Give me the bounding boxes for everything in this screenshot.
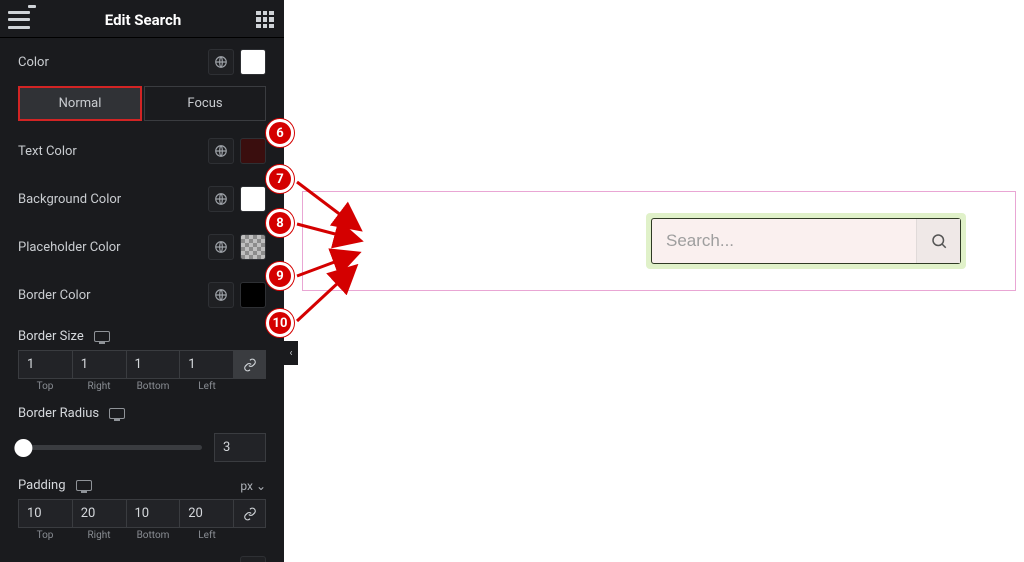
padding-inputs: 10 20 10 20 bbox=[0, 499, 284, 528]
annotation-badge-6: 6 bbox=[266, 119, 294, 147]
panel-title: Edit Search bbox=[105, 11, 181, 29]
border-radius-title: Border Radius bbox=[0, 396, 284, 427]
annotation-badge-9: 9 bbox=[266, 262, 294, 290]
sidebar-header: Edit Search bbox=[0, 0, 284, 38]
border-color-swatch[interactable] bbox=[240, 282, 266, 308]
row-color: Color bbox=[0, 38, 284, 86]
row-text-color: Text Color bbox=[0, 127, 284, 175]
apps-grid-icon[interactable] bbox=[256, 11, 274, 29]
text-color-swatch[interactable] bbox=[240, 138, 266, 164]
chevron-left-icon: ‹ bbox=[289, 348, 292, 359]
border-left-input[interactable]: 1 bbox=[180, 350, 234, 379]
row-background-color: Background Color bbox=[0, 175, 284, 223]
link-values-icon[interactable] bbox=[234, 499, 266, 528]
padding-sublabels: Top Right Bottom Left bbox=[0, 528, 284, 545]
border-top-input[interactable]: 1 bbox=[18, 350, 73, 379]
label-padding: Padding bbox=[18, 478, 66, 493]
link-values-icon[interactable] bbox=[234, 350, 266, 379]
globe-icon[interactable] bbox=[208, 138, 234, 164]
padding-title: Padding px ⌄ bbox=[0, 468, 284, 499]
row-border-color: Border Color bbox=[0, 271, 284, 319]
row-placeholder-color: Placeholder Color bbox=[0, 223, 284, 271]
unit-select[interactable]: px ⌄ bbox=[240, 479, 266, 493]
padding-right-input[interactable]: 20 bbox=[73, 499, 127, 528]
search-widget bbox=[651, 218, 961, 264]
slider-thumb[interactable] bbox=[14, 439, 32, 457]
row-box-shadow: Box Shadow bbox=[0, 545, 284, 562]
label-border-size: Border Size bbox=[18, 329, 84, 344]
padding-bottom-input[interactable]: 10 bbox=[127, 499, 181, 528]
border-size-inputs: 1 1 1 1 bbox=[0, 350, 284, 379]
notification-dot bbox=[28, 5, 36, 8]
state-tabs: Normal Focus bbox=[0, 86, 284, 127]
edit-pencil-icon[interactable] bbox=[240, 556, 266, 562]
border-radius-slider[interactable] bbox=[18, 445, 202, 450]
responsive-icon[interactable] bbox=[76, 480, 92, 491]
border-right-input[interactable]: 1 bbox=[73, 350, 127, 379]
border-radius-value[interactable]: 3 bbox=[214, 433, 266, 462]
padding-left-input[interactable]: 20 bbox=[180, 499, 234, 528]
border-bottom-input[interactable]: 1 bbox=[127, 350, 181, 379]
bg-color-swatch[interactable] bbox=[240, 186, 266, 212]
sidebar: Edit Search Color Normal Focus T bbox=[0, 0, 284, 562]
sidebar-scroll: Color Normal Focus Text Color bbox=[0, 38, 284, 562]
responsive-icon[interactable] bbox=[94, 331, 110, 342]
collapse-panel-button[interactable]: ‹ bbox=[284, 341, 298, 365]
globe-icon[interactable] bbox=[208, 282, 234, 308]
tab-normal[interactable]: Normal bbox=[18, 86, 142, 121]
tab-focus[interactable]: Focus bbox=[144, 86, 266, 121]
preview-canvas bbox=[284, 0, 1024, 562]
label-border-color: Border Color bbox=[18, 288, 91, 303]
search-icon bbox=[930, 232, 948, 250]
search-button[interactable] bbox=[916, 219, 960, 263]
label-background-color: Background Color bbox=[18, 192, 121, 207]
placeholder-color-swatch[interactable] bbox=[240, 234, 266, 260]
annotation-badge-10: 10 bbox=[266, 309, 294, 337]
border-size-sublabels: Top Right Bottom Left bbox=[0, 379, 284, 396]
label-border-radius: Border Radius bbox=[18, 406, 99, 421]
padding-top-input[interactable]: 10 bbox=[18, 499, 73, 528]
label-color: Color bbox=[18, 55, 49, 70]
border-size-title: Border Size bbox=[0, 319, 284, 350]
globe-icon[interactable] bbox=[208, 186, 234, 212]
color-swatch[interactable] bbox=[240, 49, 266, 75]
border-radius-control: 3 bbox=[0, 427, 284, 468]
search-input[interactable] bbox=[652, 219, 916, 263]
label-placeholder-color: Placeholder Color bbox=[18, 240, 121, 255]
label-text-color: Text Color bbox=[18, 144, 77, 159]
responsive-icon[interactable] bbox=[109, 408, 125, 419]
hamburger-icon[interactable] bbox=[8, 11, 30, 29]
globe-icon[interactable] bbox=[208, 234, 234, 260]
globe-icon[interactable] bbox=[208, 49, 234, 75]
annotation-badge-7: 7 bbox=[266, 165, 294, 193]
annotation-badge-8: 8 bbox=[266, 209, 294, 237]
